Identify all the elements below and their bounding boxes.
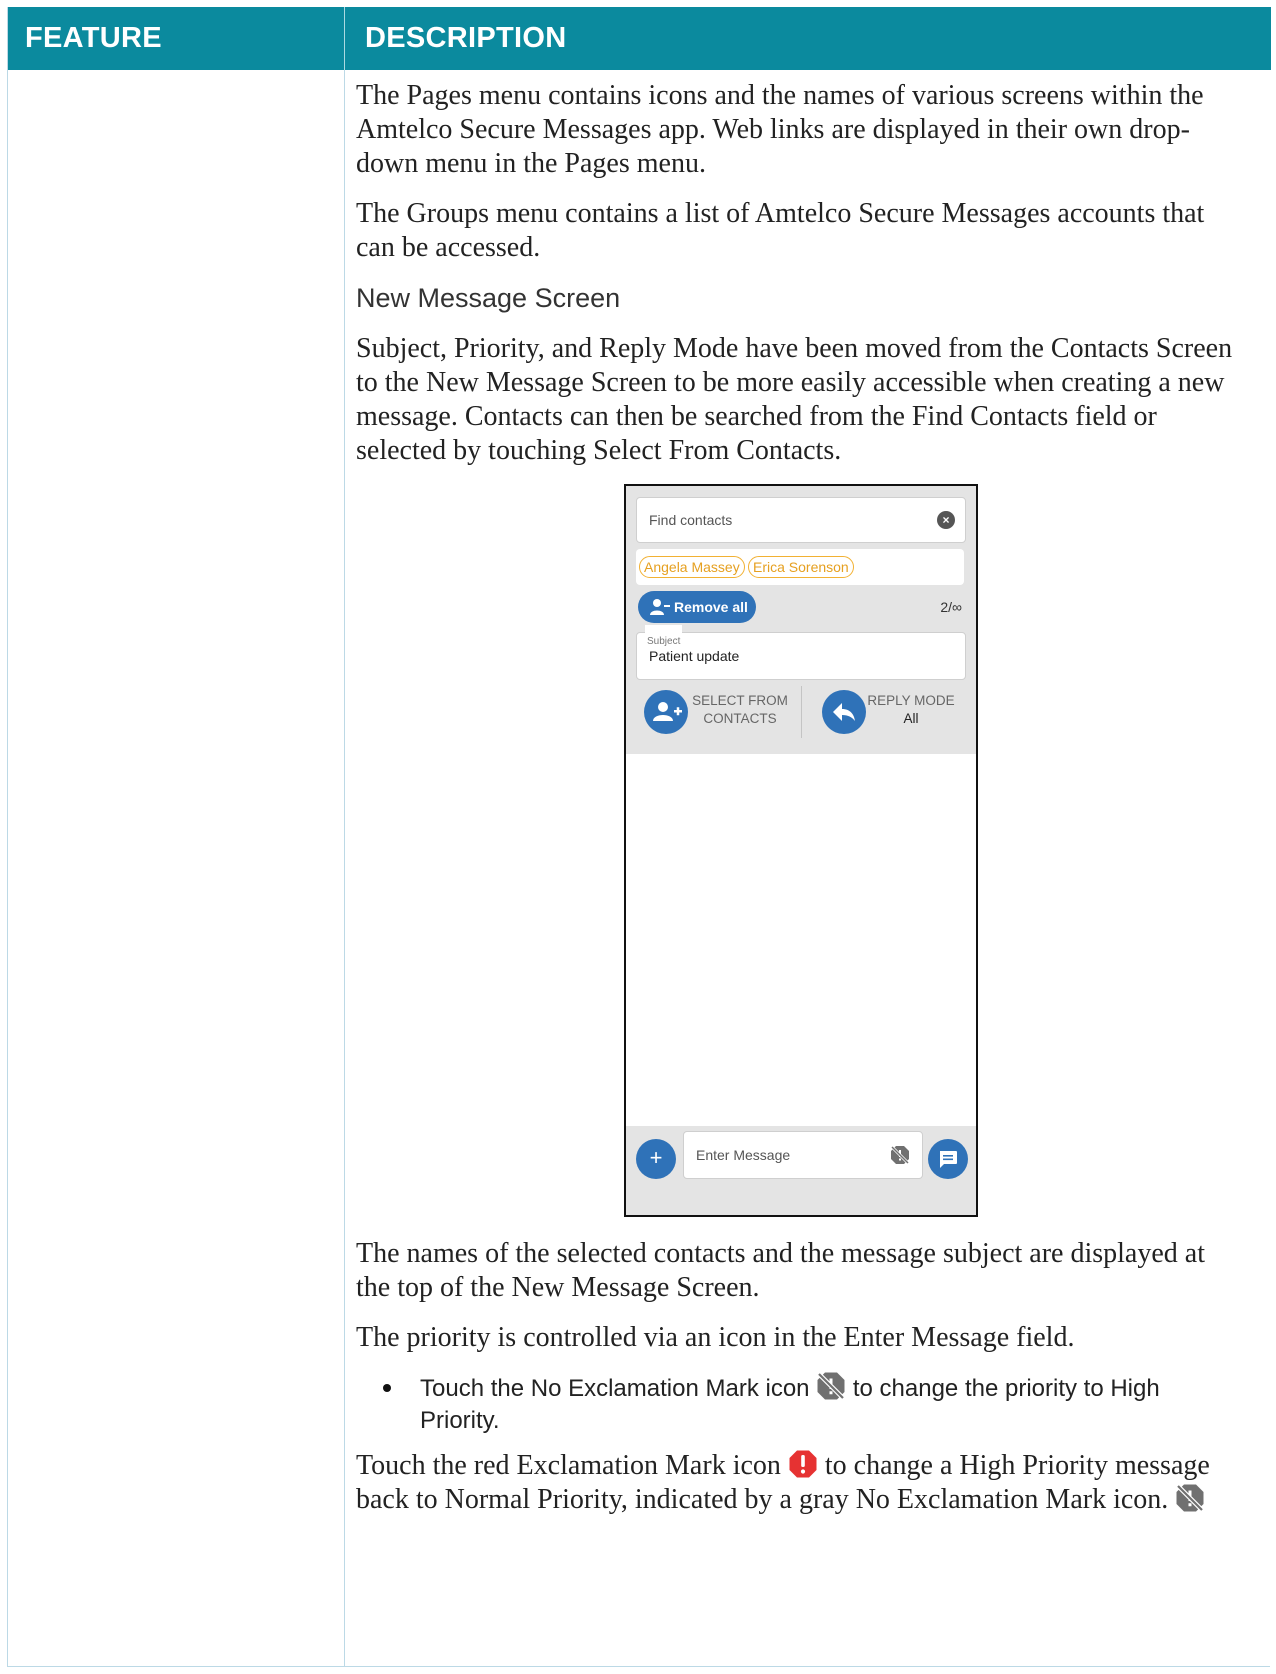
bullet-text-start: Touch the No Exclamation Mark icon — [420, 1375, 817, 1402]
enter-message-field[interactable]: Enter Message — [683, 1131, 923, 1179]
no-exclamation-mark-icon — [817, 1372, 845, 1400]
close-circle-icon[interactable]: × — [937, 511, 955, 529]
bullet-point — [383, 1384, 391, 1392]
select-from-contacts-label[interactable]: SELECT FROM CONTACTS — [690, 692, 790, 728]
new-message-header-area: Find contacts × Angela Massey Erica Sore… — [626, 486, 976, 754]
plus-icon[interactable]: + — [636, 1139, 676, 1179]
reply-icon — [833, 703, 855, 721]
table-header: FEATURE DESCRIPTION — [8, 7, 1271, 70]
send-message-button[interactable] — [928, 1139, 968, 1179]
contact-chip[interactable]: Angela Massey — [639, 556, 745, 578]
column-divider — [344, 70, 345, 1666]
select-from-contacts-button[interactable] — [644, 690, 688, 734]
message-composer: + Enter Message — [626, 1126, 976, 1215]
selected-contacts: Angela Massey Erica Sorenson — [636, 549, 964, 585]
priority-instructions-list: Touch the No Exclamation Mark icon to ch… — [356, 1371, 1236, 1437]
description-column-header: DESCRIPTION — [365, 22, 567, 54]
contact-count: 2/∞ — [940, 599, 962, 615]
phone-screenshot: Find contacts × Angela Massey Erica Sore… — [624, 484, 978, 1217]
red-exclamation-paragraph: Touch the red Exclamation Mark icon to c… — [356, 1449, 1236, 1517]
contact-chip[interactable]: Erica Sorenson — [748, 556, 854, 578]
no-exclamation-mark-icon[interactable] — [890, 1145, 910, 1165]
reply-mode-button[interactable] — [822, 690, 866, 734]
list-item: Touch the No Exclamation Mark icon to ch… — [356, 1371, 1236, 1437]
header-divider — [344, 7, 345, 70]
select-from-contacts-line1: SELECT FROM — [692, 693, 788, 708]
new-message-paragraph: Subject, Priority, and Reply Mode have b… — [356, 333, 1233, 466]
groups-menu-paragraph: The Groups menu contains a list of Amtel… — [356, 198, 1205, 263]
message-icon — [940, 1151, 957, 1168]
select-from-contacts-line2: CONTACTS — [703, 711, 777, 726]
exclamation-mark-icon — [789, 1450, 817, 1478]
screenshot-figure: Find contacts × Angela Massey Erica Sore… — [356, 484, 1236, 1219]
no-exclamation-mark-icon — [1176, 1484, 1204, 1512]
find-contacts-placeholder: Find contacts — [649, 512, 733, 528]
subject-field[interactable]: Subject Patient update — [636, 625, 966, 680]
priority-paragraph: The priority is controlled via an icon i… — [356, 1322, 1075, 1353]
reply-mode-title: REPLY MODE — [867, 693, 955, 708]
reply-mode-value: All — [903, 711, 919, 726]
description-cell: The Pages menu contains icons and the na… — [356, 79, 1236, 1533]
pages-menu-paragraph: The Pages menu contains icons and the na… — [356, 80, 1204, 179]
action-divider — [801, 686, 802, 738]
enter-message-placeholder: Enter Message — [696, 1147, 791, 1163]
action-row: SELECT FROM CONTACTS REPLY MODE All — [626, 686, 976, 740]
remove-all-label: Remove all — [674, 599, 748, 615]
subject-value: Patient update — [649, 648, 740, 664]
section-subheading: New Message Screen — [356, 283, 621, 313]
remove-all-button[interactable]: Remove all — [638, 591, 756, 623]
find-contacts-field[interactable]: Find contacts × — [636, 497, 966, 543]
document-page: FEATURE DESCRIPTION The Pages menu conta… — [0, 0, 1276, 1674]
reply-mode-label[interactable]: REPLY MODE All — [866, 692, 956, 728]
feature-column-header: FEATURE — [25, 22, 162, 54]
selected-contacts-paragraph: The names of the selected contacts and t… — [356, 1238, 1205, 1303]
red-exclamation-text-start: Touch the red Exclamation Mark icon — [356, 1450, 788, 1481]
add-user-icon — [653, 702, 682, 721]
remove-users-icon — [650, 599, 670, 615]
